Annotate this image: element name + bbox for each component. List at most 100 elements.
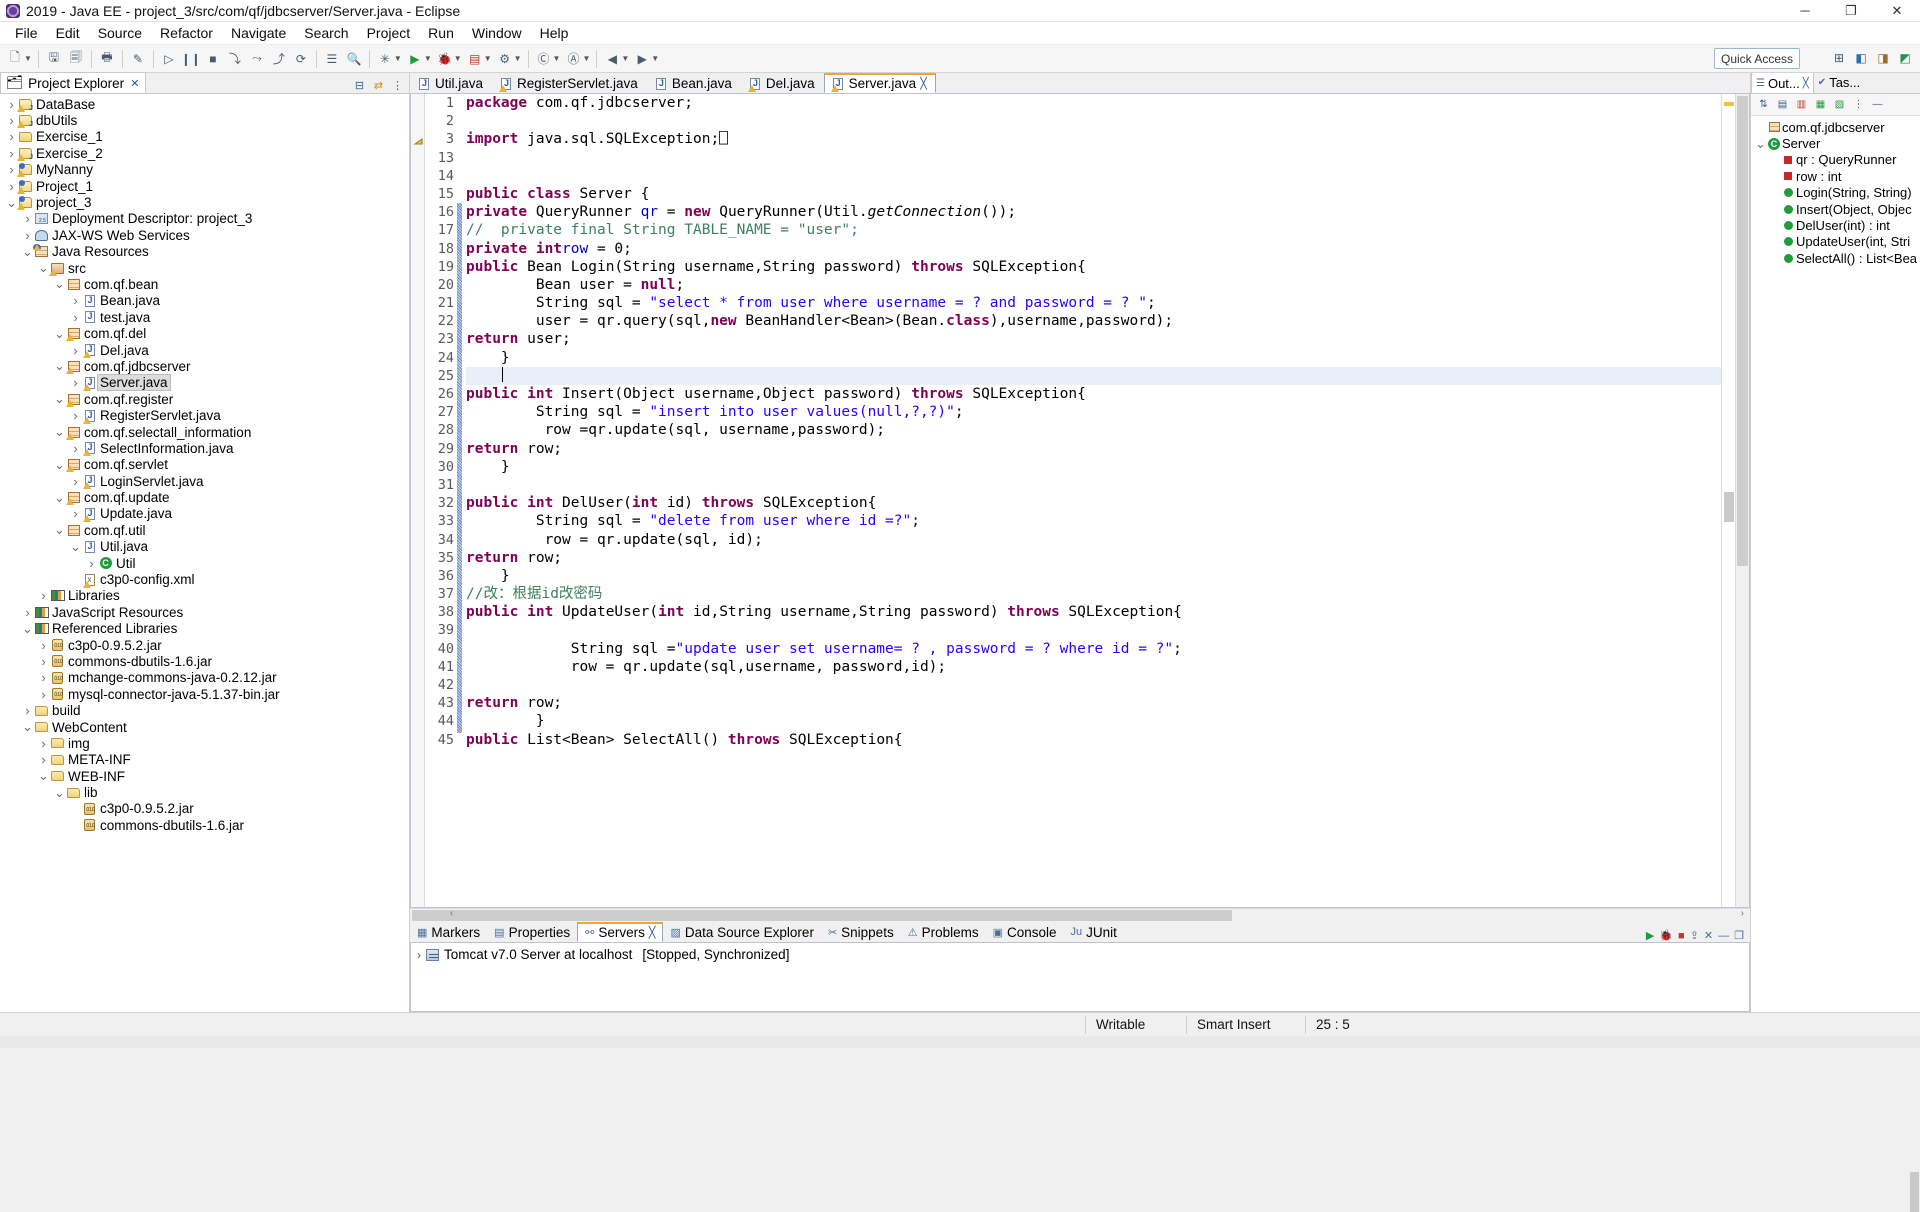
debug-pause-icon[interactable]: ❙❙	[181, 49, 201, 69]
chevron-right-icon[interactable]: ›	[6, 179, 17, 194]
chevron-right-icon[interactable]: ›	[6, 113, 17, 128]
minimize-icon[interactable]: —	[1871, 98, 1884, 111]
chevron-down-icon[interactable]: ⌄	[54, 491, 65, 504]
chevron-right-icon[interactable]: ›	[38, 670, 49, 685]
outline-item[interactable]: Insert(Object, Objec	[1751, 201, 1920, 217]
chevron-down-icon[interactable]: ⌄	[22, 622, 33, 635]
save-icon[interactable]: 🖫	[44, 49, 64, 69]
chevron-right-icon[interactable]: ›	[70, 375, 81, 390]
debug-resume-icon[interactable]: ▷	[159, 49, 179, 69]
hide-nonpublic-members-icon[interactable]: ▦	[1814, 98, 1827, 111]
tree-item[interactable]: › Exercise_1	[0, 129, 409, 145]
menu-search[interactable]: Search	[295, 23, 357, 43]
tree-item[interactable]: c3p0-0.9.5.2.jar	[0, 801, 409, 817]
chevron-right-icon[interactable]: ›	[70, 343, 81, 358]
server-row[interactable]: › Tomcat v7.0 Server at localhost [Stopp…	[411, 947, 789, 962]
remove-icon[interactable]: ✕	[1704, 929, 1713, 942]
new-java-package-icon[interactable]: ✳	[375, 49, 395, 69]
outline-tree[interactable]: com.qf.jdbcserver ⌄ C Server qr : QueryRunne…	[1751, 116, 1920, 982]
tree-item[interactable]: ⌄ WebContent	[0, 719, 409, 735]
bottom-tab-data-source-explorer[interactable]: ▨ Data Source Explorer	[663, 922, 820, 942]
chevron-down-icon[interactable]: ⌄	[54, 458, 65, 471]
tree-item[interactable]: › DataBase	[0, 96, 409, 112]
chevron-right-icon[interactable]: ›	[6, 162, 17, 177]
search-icon[interactable]: 🔍	[344, 49, 364, 69]
chevron-down-icon[interactable]: ⌄	[22, 245, 33, 258]
tree-item[interactable]: ⌄ com.qf.servlet	[0, 457, 409, 473]
menu-window[interactable]: Window	[463, 23, 531, 43]
save-all-icon[interactable]: 🗐	[66, 49, 86, 69]
tree-item[interactable]: ⌄ com.qf.del	[0, 325, 409, 342]
new-class-dropdown-icon[interactable]: ▼	[553, 54, 561, 63]
code-line[interactable]: return row;	[466, 694, 1721, 712]
editor-tab-registerservlet-java[interactable]: RegisterServlet.java	[492, 73, 647, 93]
chevron-down-icon[interactable]: ⌄	[54, 425, 65, 438]
perspective-java-icon[interactable]: ◨	[1873, 48, 1893, 68]
forward-navigation-icon[interactable]: ▶	[632, 49, 652, 69]
outline-item[interactable]: ⌄ C Server	[1751, 135, 1920, 151]
tree-item[interactable]: › RegisterServlet.java	[0, 407, 409, 424]
chevron-right-icon[interactable]: ›	[70, 506, 81, 521]
back-dropdown-icon[interactable]: ▼	[621, 54, 629, 63]
code-line[interactable]	[466, 676, 1721, 694]
code-line[interactable]: row =qr.update(sql, username,password);	[466, 421, 1721, 439]
close-icon[interactable]: ╳	[1803, 78, 1809, 89]
code-line[interactable]: user = qr.query(sql, new BeanHandler<Bean…	[466, 312, 1721, 330]
chevron-right-icon[interactable]: ›	[38, 736, 49, 751]
code-line[interactable]: return row;	[466, 440, 1721, 458]
chevron-right-icon[interactable]: ›	[38, 687, 49, 702]
tree-item[interactable]: c3p0-config.xml	[0, 571, 409, 588]
debug-dropdown-icon[interactable]: ▼	[454, 54, 462, 63]
chevron-right-icon[interactable]: ›	[6, 146, 17, 161]
new-annotation-dropdown-icon[interactable]: ▼	[582, 54, 590, 63]
tree-item[interactable]: › mysql-connector-java-5.1.37-bin.jar	[0, 686, 409, 702]
menu-file[interactable]: File	[6, 23, 47, 43]
close-icon[interactable]: ╳	[649, 926, 656, 939]
publish-icon[interactable]: ⇪	[1690, 929, 1699, 942]
chevron-down-icon[interactable]: ⌄	[54, 786, 65, 799]
code-content[interactable]: package com.qf.jdbcserver; import java.s…	[462, 94, 1721, 907]
tree-item[interactable]: › dbUtils	[0, 112, 409, 129]
tree-item[interactable]: › Libraries	[0, 588, 409, 604]
tree-item[interactable]: ⌄ com.qf.util	[0, 522, 409, 538]
tree-item[interactable]: ⌄ com.qf.jdbcserver	[0, 358, 409, 374]
editor-tab-del-java[interactable]: Del.java	[740, 73, 824, 93]
bottom-tab-markers[interactable]: ▦ Markers	[410, 922, 487, 942]
editor-tab-bean-java[interactable]: Bean.java	[646, 73, 741, 93]
chevron-right-icon[interactable]: ›	[22, 605, 33, 620]
outline-tab-1[interactable]: ✔ Tas...	[1813, 72, 1865, 93]
bottom-tab-snippets[interactable]: ✂ Snippets	[821, 922, 901, 942]
debug-server-icon[interactable]: 🐞	[1659, 929, 1673, 942]
outline-scrollbar-thumb[interactable]	[1910, 1172, 1919, 1212]
tree-item[interactable]: › Server.java	[0, 374, 409, 392]
chevron-down-icon[interactable]: ⌄	[54, 392, 65, 405]
outline-tab-0[interactable]: ☰ Out... ╳	[1751, 72, 1814, 93]
chevron-right-icon[interactable]: ›	[38, 752, 49, 767]
menu-project[interactable]: Project	[358, 23, 420, 43]
hide-static-members-icon[interactable]: ▥	[1795, 98, 1808, 111]
tree-item[interactable]: › Exercise_2	[0, 145, 409, 161]
code-line[interactable]: return user;	[466, 330, 1721, 348]
code-line[interactable]: public int Insert(Object username,Object…	[466, 385, 1721, 403]
view-menu-icon[interactable]: ⋮	[1852, 98, 1865, 111]
code-line[interactable]: public Bean Login(String username,String…	[466, 258, 1721, 276]
outline-item[interactable]: row : int	[1751, 168, 1920, 184]
tree-item[interactable]: › Deployment Descriptor: project_3	[0, 211, 409, 227]
code-line[interactable]: Bean user = null;	[466, 276, 1721, 294]
bottom-tab-problems[interactable]: ⚠ Problems	[901, 922, 986, 942]
chevron-down-icon[interactable]: ⌄	[54, 359, 65, 372]
chevron-right-icon[interactable]: ›	[6, 97, 17, 112]
code-line[interactable]: String sql = "update user set username= ?…	[466, 640, 1721, 658]
bottom-tab-servers[interactable]: ⚯ Servers ╳	[577, 922, 664, 942]
run-icon[interactable]: ▶	[405, 49, 425, 69]
new-annotation-icon[interactable]: Ⓐ	[563, 49, 583, 69]
outline-item[interactable]: qr : QueryRunner	[1751, 152, 1920, 168]
tree-item[interactable]: › LoginServlet.java	[0, 473, 409, 490]
view-menu-icon[interactable]: ⋮	[390, 78, 405, 93]
step-into-icon[interactable]: ⤵	[225, 49, 245, 69]
code-line[interactable]: }	[466, 567, 1721, 585]
code-line[interactable]	[466, 476, 1721, 494]
maximize-button[interactable]: ❐	[1828, 0, 1874, 22]
restart-icon[interactable]: ⟳	[291, 49, 311, 69]
chevron-down-icon[interactable]: ⌄	[54, 327, 65, 340]
